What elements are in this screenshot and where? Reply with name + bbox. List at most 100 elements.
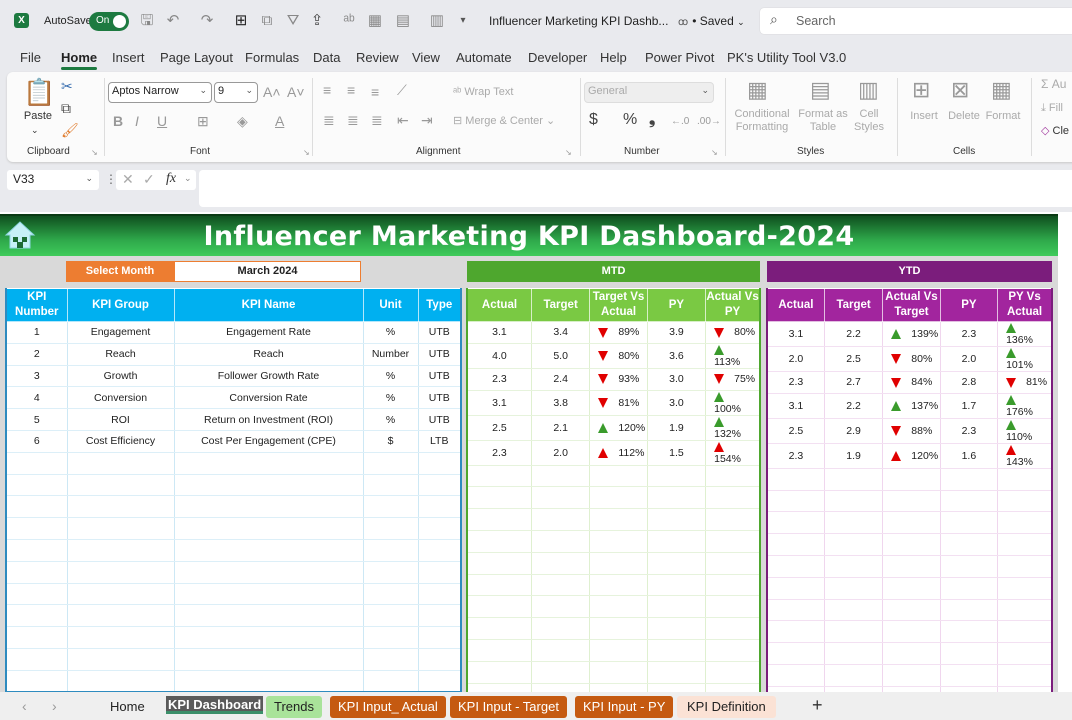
kpi-type-cell[interactable]: UTB (418, 386, 462, 410)
empty-cell[interactable] (824, 642, 884, 665)
currency-icon[interactable]: $ (589, 112, 598, 128)
empty-cell[interactable] (940, 511, 999, 535)
ytd-target-cell[interactable]: 2.2 (824, 393, 884, 419)
undo-icon[interactable]: ↶ (164, 12, 182, 30)
empty-cell[interactable] (589, 508, 648, 531)
mtd-actual-vs-py-cell[interactable]: 100% (705, 390, 761, 416)
ytd-py-cell[interactable]: 1.7 (940, 393, 999, 419)
empty-cell[interactable] (6, 517, 68, 540)
empty-cell[interactable] (467, 530, 532, 553)
kpi-group-cell[interactable]: ROI (67, 408, 175, 431)
empty-cell[interactable] (531, 486, 591, 510)
empty-cell[interactable] (940, 642, 999, 665)
fill-color-icon[interactable]: ◈ (237, 113, 248, 129)
empty-cell[interactable] (418, 583, 462, 606)
sheet-tab-kpi-input-py[interactable]: KPI Input - PY (575, 696, 674, 718)
delete-cells-button[interactable]: Delete (945, 110, 983, 123)
tab-developer[interactable]: Developer (528, 50, 587, 65)
empty-cell[interactable] (6, 495, 68, 519)
kpi-unit-cell[interactable]: $ (363, 430, 419, 453)
ytd-py-cell[interactable]: 2.8 (940, 371, 999, 394)
empty-cell[interactable] (363, 583, 419, 606)
format-as-table-icon[interactable]: ▤ (810, 78, 831, 102)
tab-power-pivot[interactable]: Power Pivot (645, 50, 714, 65)
empty-cell[interactable] (67, 452, 175, 475)
empty-cell[interactable] (174, 517, 364, 540)
autosave-toggle[interactable]: On (89, 12, 129, 31)
bold-icon[interactable]: B (113, 113, 123, 129)
ytd-py-vs-actual-cell[interactable]: 81% (997, 371, 1053, 394)
empty-cell[interactable] (67, 474, 175, 497)
empty-cell[interactable] (531, 661, 591, 684)
percent-icon[interactable]: % (623, 112, 637, 128)
align-bottom-icon[interactable]: ≡ (371, 84, 379, 100)
empty-cell[interactable] (705, 617, 761, 640)
formula-input[interactable] (199, 170, 1072, 207)
picture-icon[interactable]: ⧉ (258, 12, 276, 30)
kpi-group-cell[interactable]: Growth (67, 365, 175, 388)
empty-cell[interactable] (418, 452, 462, 475)
empty-cell[interactable] (531, 617, 591, 640)
empty-cell[interactable] (882, 490, 941, 513)
delete-cells-icon[interactable]: ⊠ (951, 78, 969, 102)
mtd-py-cell[interactable]: 1.9 (647, 415, 707, 441)
tab-help[interactable]: Help (600, 50, 627, 65)
ytd-py-cell[interactable]: 2.3 (940, 321, 999, 347)
align-middle-icon[interactable]: ≡ (347, 82, 355, 98)
decrease-indent-icon[interactable]: ⇤ (397, 112, 409, 128)
empty-cell[interactable] (882, 577, 941, 600)
kpi-type-cell[interactable]: UTB (418, 408, 462, 431)
tab-home[interactable]: Home (61, 50, 98, 70)
empty-cell[interactable] (882, 664, 941, 687)
ytd-actual-cell[interactable]: 3.1 (767, 321, 825, 347)
prev-sheet-icon[interactable]: ‹ (22, 698, 27, 714)
empty-cell[interactable] (6, 561, 68, 584)
empty-cell[interactable] (418, 626, 462, 649)
empty-cell[interactable] (940, 555, 999, 578)
empty-cell[interactable] (67, 583, 175, 606)
empty-cell[interactable] (824, 599, 884, 622)
mtd-target-vs-actual-cell[interactable]: 89% (589, 321, 648, 344)
empty-cell[interactable] (705, 530, 761, 553)
empty-cell[interactable] (997, 511, 1053, 535)
kpi-type-cell[interactable]: UTB (418, 321, 462, 344)
cut-icon[interactable]: ✂ (61, 78, 73, 94)
empty-cell[interactable] (363, 670, 419, 693)
empty-cell[interactable] (67, 604, 175, 628)
sheet-tab-kpi-definition[interactable]: KPI Definition (677, 696, 776, 718)
empty-cell[interactable] (6, 583, 68, 606)
empty-cell[interactable] (418, 474, 462, 497)
ytd-actual-cell[interactable]: 2.3 (767, 371, 825, 394)
kpi-name-cell[interactable]: Follower Growth Rate (174, 365, 364, 388)
mtd-target-cell[interactable]: 3.4 (531, 321, 591, 344)
ytd-py-cell[interactable]: 2.3 (940, 418, 999, 444)
mtd-py-cell[interactable]: 3.0 (647, 390, 707, 416)
empty-cell[interactable] (363, 517, 419, 540)
cell-styles-icon[interactable]: ▥ (858, 78, 879, 102)
empty-cell[interactable] (467, 617, 532, 640)
empty-cell[interactable] (824, 533, 884, 556)
ytd-target-cell[interactable]: 2.7 (824, 371, 884, 394)
kpi-number-cell[interactable]: 5 (6, 408, 68, 431)
kpi-unit-cell[interactable]: % (363, 386, 419, 410)
insert-cells-icon[interactable]: ⊞ (912, 78, 930, 102)
empty-cell[interactable] (363, 604, 419, 628)
tab-automate[interactable]: Automate (456, 50, 512, 65)
empty-cell[interactable] (767, 642, 825, 665)
kpi-name-cell[interactable]: Return on Investment (ROI) (174, 408, 364, 431)
mtd-py-cell[interactable]: 3.6 (647, 343, 707, 369)
empty-cell[interactable] (647, 595, 707, 619)
orientation-icon[interactable]: ⟋ (397, 82, 407, 98)
empty-cell[interactable] (824, 490, 884, 513)
fill-button[interactable]: ⤓ Fill (1041, 102, 1063, 115)
mtd-py-cell[interactable]: 1.5 (647, 440, 707, 466)
mtd-target-vs-actual-cell[interactable]: 81% (589, 390, 648, 416)
cancel-icon[interactable]: ✕ (122, 171, 134, 188)
empty-cell[interactable] (6, 452, 68, 475)
mtd-actual-vs-py-cell[interactable]: 154% (705, 440, 761, 466)
empty-cell[interactable] (647, 508, 707, 531)
increase-decimal-icon[interactable]: ←.0 (671, 114, 689, 130)
empty-cell[interactable] (418, 670, 462, 693)
ytd-py-vs-actual-cell[interactable]: 176% (997, 393, 1053, 419)
empty-cell[interactable] (647, 552, 707, 575)
